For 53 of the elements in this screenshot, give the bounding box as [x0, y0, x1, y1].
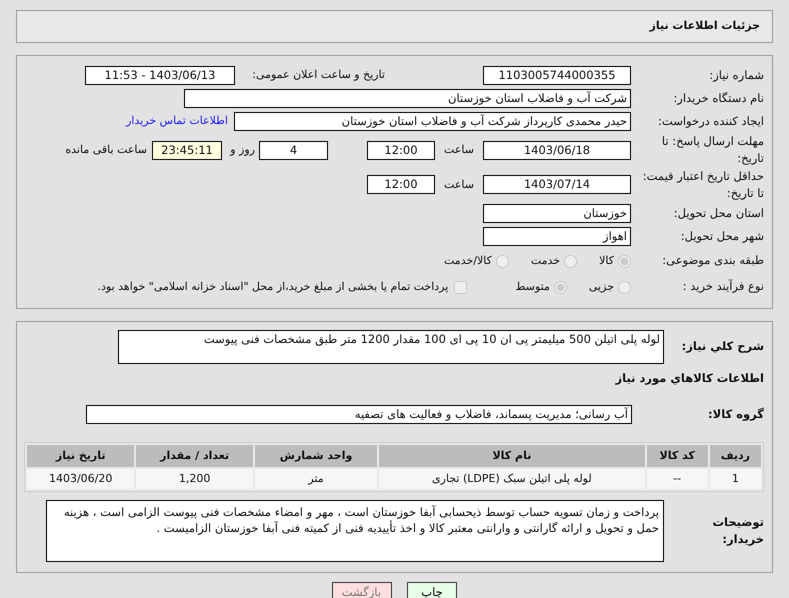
- column-header: ردیف: [710, 445, 761, 468]
- field-label: ایجاد کننده درخواست:: [657, 112, 764, 130]
- notes-field[interactable]: پرداخت و زمان تسویه حساب توسط ذیحسابی آبفا خوزستان است ، مهر و امضاء مشخصات فنی پیوست الزامی است ، هزینه حمل و تحویل و ارائه گارانتی و وارانتی معتبر کالا و اخذ تأییدیه فنی از کمیته فنی آبفا خوزستان الزامیست .: [46, 500, 664, 562]
- option-label: کالا: [599, 252, 614, 269]
- input-field[interactable]: 1103005744000355: [483, 66, 631, 85]
- field-label: نام دستگاه خریدار:: [672, 90, 764, 107]
- input-field[interactable]: آب رسانی؛ مدیریت پسماند، فاضلاب و فعالیت های تصفیه: [86, 405, 632, 424]
- column-header: نام کالا: [379, 445, 645, 468]
- days-field[interactable]: 4: [259, 140, 328, 160]
- contact-link[interactable]: اطلاعات تماس خریدار: [126, 113, 228, 130]
- input-field[interactable]: 1403/06/13 - 11:53: [85, 66, 235, 85]
- table-cell: 1,200: [136, 469, 253, 490]
- time-field[interactable]: 12:00: [367, 175, 435, 194]
- time-field[interactable]: 12:00: [367, 140, 435, 160]
- table-cell: --: [646, 469, 708, 490]
- date-field[interactable]: 1403/06/18: [483, 140, 631, 160]
- field-label: توضیحات خریدار:: [712, 514, 764, 548]
- field-label: ساعت: [443, 142, 475, 158]
- header-title: جزئیات اطلاعات نیاز: [650, 18, 760, 34]
- input-field[interactable]: خوزستان: [483, 204, 631, 223]
- description-field[interactable]: لوله پلی اتیلن 500 میلیمتر پی ان 10 پی ای 100 مقدار 1200 متر طبق مشخصات فنی پیوست: [118, 330, 664, 364]
- column-header: تاریخ نیاز: [27, 445, 134, 468]
- countdown-field: 23:45:11: [152, 140, 222, 160]
- table-cell: 1403/06/20: [27, 469, 134, 490]
- field-label: تاریخ و ساعت اعلان عمومی:: [251, 67, 385, 84]
- table-cell: 1: [710, 469, 761, 490]
- field-label: شماره نیاز:: [708, 66, 764, 84]
- field-label: روز و: [228, 142, 255, 158]
- column-header: واحد شمارش: [254, 445, 378, 468]
- field-label: گروه کالا:: [707, 406, 764, 424]
- option-label: جزیی: [588, 278, 614, 295]
- field-label: شرح کلي نياز:: [680, 338, 764, 356]
- input-field[interactable]: اهواز: [483, 227, 631, 246]
- section-title: اطلاعات كالاهاي مورد نياز: [614, 370, 764, 387]
- field-label: مهلت ارسال پاسخ: تا تاریخ:: [660, 133, 764, 168]
- field-label: ساعت باقی مانده: [65, 142, 147, 158]
- field-label: شهر محل تحویل:: [680, 228, 764, 245]
- input-field[interactable]: شرکت آب و فاضلاب استان خوزستان: [184, 89, 631, 108]
- table-cell: لوله پلی اتیلن سبک (LDPE) تجاری: [379, 469, 645, 490]
- table-cell: متر: [254, 469, 378, 490]
- option-label: کالا/خدمت: [444, 252, 492, 269]
- checkbox-label: پرداخت تمام یا بخشی از مبلغ خرید،از محل "اسناد خزانه اسلامی" خواهد بود.: [98, 278, 448, 295]
- field-label: ساعت: [443, 176, 475, 192]
- field-label: نوع فرآیند خرید :: [682, 278, 764, 296]
- column-header: کد کالا: [646, 445, 708, 468]
- column-header: تعداد / مقدار: [136, 445, 253, 468]
- input-field[interactable]: حیدر محمدی کارپرداز شرکت آب و فاضلاب استان خوزستان: [234, 112, 631, 131]
- option-label: خدمت: [530, 252, 560, 269]
- field-label: استان محل تحویل:: [672, 204, 764, 222]
- field-label: طبقه بندی موضوعی:: [661, 252, 764, 270]
- date-field[interactable]: 1403/07/14: [483, 175, 631, 194]
- field-label: حداقل تاریخ اعتبار قیمت: تا تاریخ:: [642, 168, 764, 202]
- option-label: متوسط: [515, 278, 550, 295]
